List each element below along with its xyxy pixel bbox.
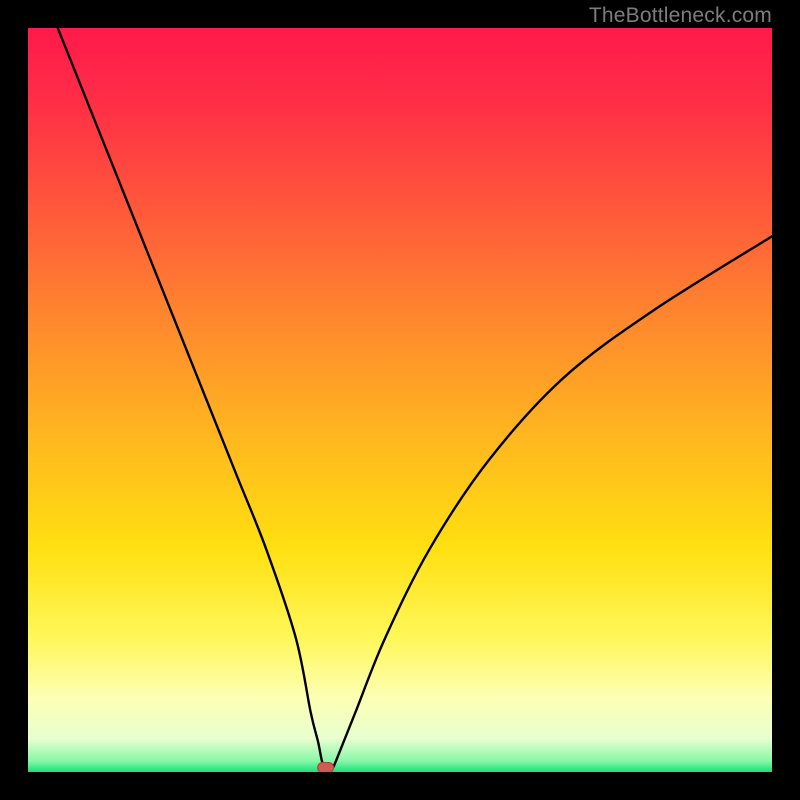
chart-svg — [28, 28, 772, 772]
plot-area — [28, 28, 772, 772]
optimum-marker — [318, 763, 334, 772]
gradient-background — [28, 28, 772, 772]
watermark-text: TheBottleneck.com — [589, 4, 772, 28]
chart-outer-frame: TheBottleneck.com — [0, 0, 800, 800]
